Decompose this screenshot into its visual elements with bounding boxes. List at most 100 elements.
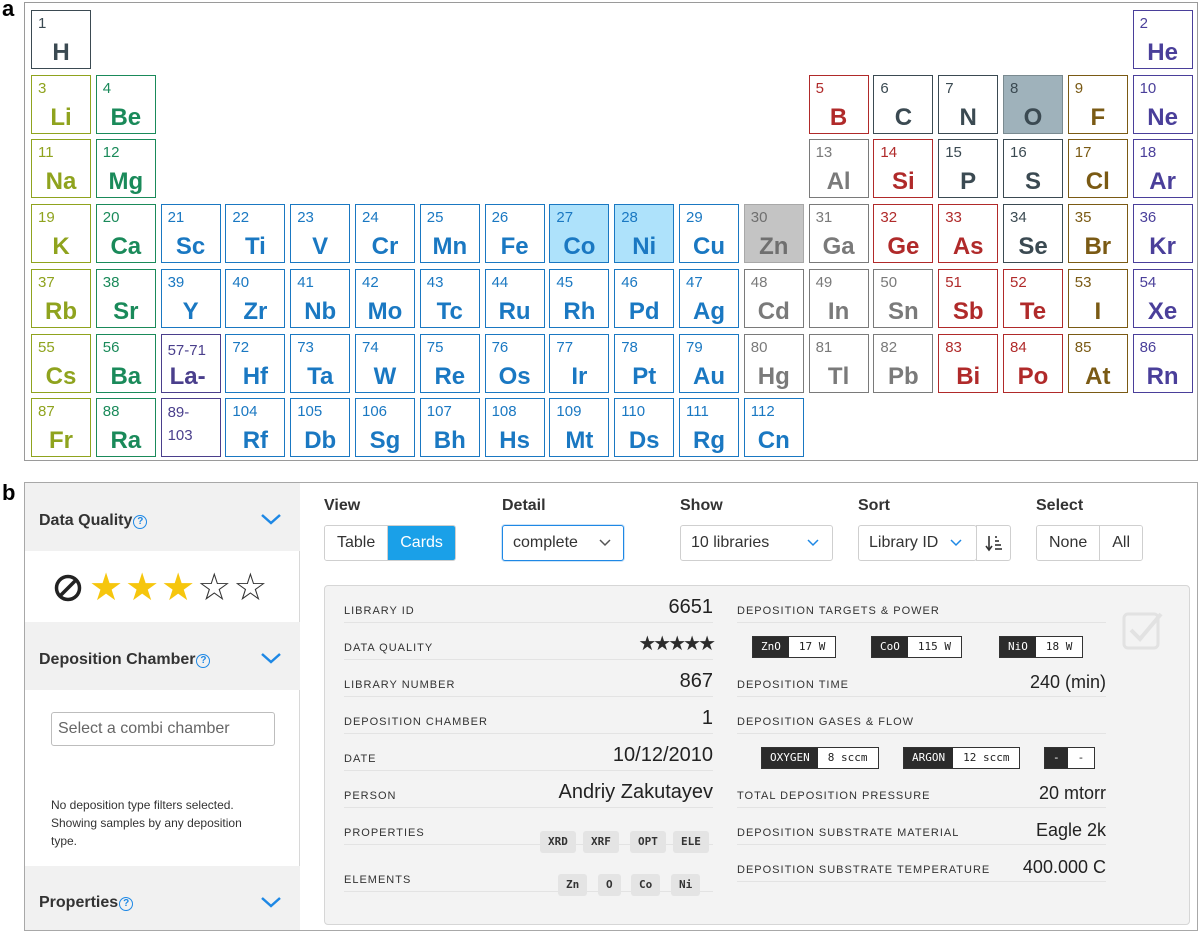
chevron-down-icon[interactable] <box>260 652 282 664</box>
element-al[interactable]: 13 Al <box>808 139 869 199</box>
combi-chamber-input[interactable] <box>51 712 275 746</box>
chevron-down-icon[interactable] <box>260 896 282 908</box>
help-icon[interactable]: ? <box>119 897 134 911</box>
element-be[interactable]: 4 Be <box>95 74 156 134</box>
element-sr[interactable]: 38 Sr <box>95 268 156 328</box>
element-cr[interactable]: 24 Cr <box>355 204 415 264</box>
element-w[interactable]: 74 W <box>355 333 415 393</box>
element-ne[interactable]: 10 Ne <box>1132 74 1193 134</box>
element-os[interactable]: 76 Os <box>484 333 545 393</box>
element-hg[interactable]: 80 Hg <box>743 333 804 393</box>
element-sb[interactable]: 51 Sb <box>938 268 999 328</box>
element-rn[interactable]: 86 Rn <box>1132 333 1193 393</box>
element-co[interactable]: 27 Co <box>549 204 610 264</box>
element-sg[interactable]: 106 Sg <box>355 398 415 458</box>
element-la[interactable]: 57-71 La- <box>160 333 221 393</box>
element-na[interactable]: 11 Na <box>31 139 91 199</box>
element-ds[interactable]: 110 Ds <box>614 398 675 458</box>
element-ir[interactable]: 77 Ir <box>549 333 610 393</box>
element-ge[interactable]: 32 Ge <box>873 204 934 264</box>
element-te[interactable]: 52 Te <box>1003 268 1063 328</box>
element-p[interactable]: 15 P <box>938 139 999 199</box>
element-as[interactable]: 33 As <box>938 204 999 264</box>
element-nb[interactable]: 41 Nb <box>290 268 351 328</box>
element-rb[interactable]: 37 Rb <box>31 268 91 328</box>
element-mg[interactable]: 12 Mg <box>95 139 156 199</box>
select-all-button[interactable]: All <box>1099 526 1143 560</box>
element-f[interactable]: 9F <box>1067 74 1128 134</box>
property-chip[interactable]: XRF <box>583 831 619 853</box>
filter-header-properties[interactable]: Properties? <box>25 866 300 930</box>
element-k[interactable]: 19 K <box>31 204 91 264</box>
help-icon[interactable]: ? <box>196 654 211 668</box>
element-s[interactable]: 16 S <box>1003 139 1063 199</box>
element-fr[interactable]: 87 Fr <box>31 398 91 458</box>
element-ru[interactable]: 44 Ru <box>484 268 545 328</box>
element-b[interactable]: 5B <box>808 74 869 134</box>
element-tl[interactable]: 81 Tl <box>808 333 869 393</box>
element-li[interactable]: 3 Li <box>31 74 91 134</box>
clear-rating-icon[interactable] <box>53 573 83 603</box>
element-au[interactable]: 79 Au <box>679 333 739 393</box>
element-rh[interactable]: 45 Rh <box>549 268 610 328</box>
element-cs[interactable]: 55 Cs <box>31 333 91 393</box>
element-br[interactable]: 35 Br <box>1067 204 1128 264</box>
element-hf[interactable]: 72 Hf <box>225 333 286 393</box>
element-po[interactable]: 84 Po <box>1003 333 1063 393</box>
element-rf[interactable]: 104 Rf <box>225 398 286 458</box>
element-actinides[interactable]: 89- 103 <box>160 398 221 458</box>
element-ar[interactable]: 18 Ar <box>1132 139 1193 199</box>
element-chip[interactable]: Zn <box>558 874 588 896</box>
show-select[interactable]: 10 libraries <box>680 525 833 561</box>
element-se[interactable]: 34 Se <box>1003 204 1063 264</box>
help-icon[interactable]: ? <box>133 515 148 529</box>
element-in[interactable]: 49 In <box>808 268 869 328</box>
element-re[interactable]: 75 Re <box>419 333 480 393</box>
property-chip[interactable]: ELE <box>673 831 709 853</box>
element-mn[interactable]: 25 Mn <box>419 204 480 264</box>
element-kr[interactable]: 36 Kr <box>1132 204 1193 264</box>
filter-header-deposition-chamber[interactable]: Deposition Chamber? <box>25 622 300 690</box>
element-y[interactable]: 39 Y <box>160 268 221 328</box>
element-ti[interactable]: 22 Ti <box>225 204 286 264</box>
element-bh[interactable]: 107 Bh <box>419 398 480 458</box>
element-ga[interactable]: 31 Ga <box>808 204 869 264</box>
chevron-down-icon[interactable] <box>260 513 282 525</box>
element-fe[interactable]: 26 Fe <box>484 204 545 264</box>
element-db[interactable]: 105 Db <box>290 398 351 458</box>
element-sc[interactable]: 21 Sc <box>160 204 221 264</box>
element-ba[interactable]: 56 Ba <box>95 333 156 393</box>
element-ra[interactable]: 88 Ra <box>95 398 156 458</box>
card-select-checkbox[interactable] <box>1121 608 1165 652</box>
element-chip[interactable]: O <box>598 874 621 896</box>
element-ca[interactable]: 20 Ca <box>95 204 156 264</box>
element-at[interactable]: 85 At <box>1067 333 1128 393</box>
element-h[interactable]: 1H <box>31 10 91 69</box>
element-cu[interactable]: 29 Cu <box>679 204 739 264</box>
element-n[interactable]: 7N <box>938 74 999 134</box>
property-chip[interactable]: OPT <box>630 831 666 853</box>
element-ni[interactable]: 28 Ni <box>614 204 675 264</box>
element-o[interactable]: 8O <box>1003 74 1063 134</box>
element-cl[interactable]: 17 Cl <box>1067 139 1128 199</box>
star-empty-icon[interactable]: ☆ <box>197 569 231 607</box>
sort-select[interactable]: Library ID <box>858 525 977 561</box>
element-xe[interactable]: 54 Xe <box>1132 268 1193 328</box>
view-table-button[interactable]: Table <box>325 526 388 560</box>
element-tc[interactable]: 43 Tc <box>419 268 480 328</box>
element-cn[interactable]: 112 Cn <box>743 398 804 458</box>
element-mt[interactable]: 109 Mt <box>549 398 610 458</box>
element-zn[interactable]: 30 Zn <box>743 204 804 264</box>
element-pd[interactable]: 46 Pd <box>614 268 675 328</box>
property-chip[interactable]: XRD <box>540 831 576 853</box>
element-bi[interactable]: 83 Bi <box>938 333 999 393</box>
star-filled-icon[interactable]: ★ <box>125 569 159 607</box>
element-v[interactable]: 23 V <box>290 204 351 264</box>
element-he[interactable]: 2 He <box>1132 10 1193 69</box>
library-card[interactable]: LIBRARY ID 6651 DATA QUALITY ★★★★★ LIBRARY N… <box>324 585 1190 925</box>
view-cards-button[interactable]: Cards <box>387 526 455 560</box>
element-pt[interactable]: 78 Pt <box>614 333 675 393</box>
element-hs[interactable]: 108 Hs <box>484 398 545 458</box>
star-filled-icon[interactable]: ★ <box>161 569 195 607</box>
filter-header-data-quality[interactable]: Data Quality? <box>25 483 300 551</box>
